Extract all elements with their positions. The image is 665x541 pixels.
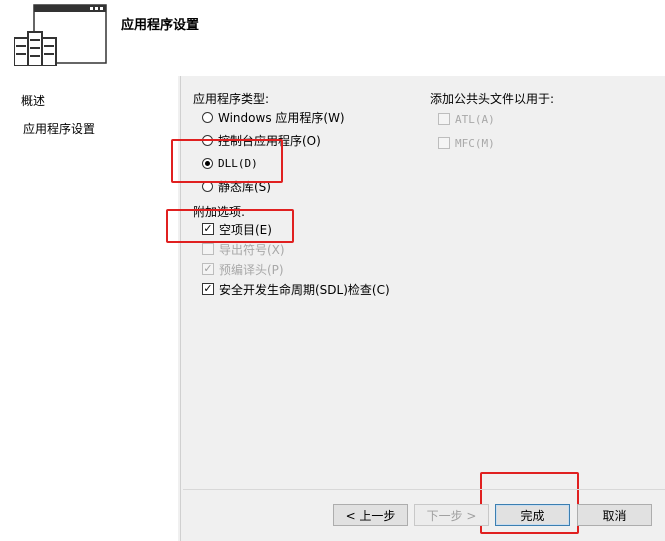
footer-divider bbox=[183, 489, 665, 490]
highlight-box-dll bbox=[171, 139, 283, 183]
wizard-sidebar: 概述 应用程序设置 bbox=[0, 76, 178, 541]
next-button: 下一步 > bbox=[414, 504, 489, 526]
cancel-button[interactable]: 取消 bbox=[577, 504, 652, 526]
checkbox-mfc-label: MFC(M) bbox=[455, 136, 495, 150]
checkbox-icon bbox=[438, 113, 450, 125]
finish-button[interactable]: 完成 bbox=[495, 504, 570, 526]
highlight-box-empty-project bbox=[166, 209, 294, 243]
sidebar-item-app-settings[interactable]: 应用程序设置 bbox=[23, 120, 95, 137]
radio-icon[interactable] bbox=[202, 111, 213, 123]
checkbox-sdl-checks-label: 安全开发生命周期(SDL)检查(C) bbox=[219, 282, 390, 297]
checkbox-icon bbox=[202, 243, 214, 255]
checkbox-mfc: MFC(M) bbox=[438, 134, 495, 152]
checkbox-atl-label: ATL(A) bbox=[455, 112, 495, 126]
radio-windows-app[interactable]: Windows 应用程序(W) bbox=[202, 108, 345, 126]
radio-windows-app-label: Windows 应用程序(W) bbox=[218, 110, 345, 125]
checkbox-icon bbox=[438, 137, 450, 149]
wizard-header: 应用程序设置 bbox=[0, 0, 665, 76]
checkbox-export-symbols-label: 导出符号(X) bbox=[219, 242, 285, 257]
checkbox-precompiled-header: ✓ 预编译头(P) bbox=[202, 260, 284, 278]
page-title: 应用程序设置 bbox=[121, 18, 200, 33]
checkbox-checked-icon: ✓ bbox=[202, 262, 214, 275]
checkbox-atl: ATL(A) bbox=[438, 110, 495, 128]
checkbox-sdl-checks[interactable]: ✓ 安全开发生命周期(SDL)检查(C) bbox=[202, 280, 390, 298]
common-headers-label: 添加公共头文件以用于: bbox=[430, 92, 555, 106]
checkbox-precompiled-header-label: 预编译头(P) bbox=[219, 262, 284, 277]
app-wizard-logo-icon bbox=[14, 4, 107, 66]
sidebar-item-overview[interactable]: 概述 bbox=[21, 92, 45, 109]
app-type-label: 应用程序类型: bbox=[193, 92, 270, 106]
prev-button[interactable]: < 上一步 bbox=[333, 504, 408, 526]
checkbox-checked-icon[interactable]: ✓ bbox=[202, 283, 214, 295]
